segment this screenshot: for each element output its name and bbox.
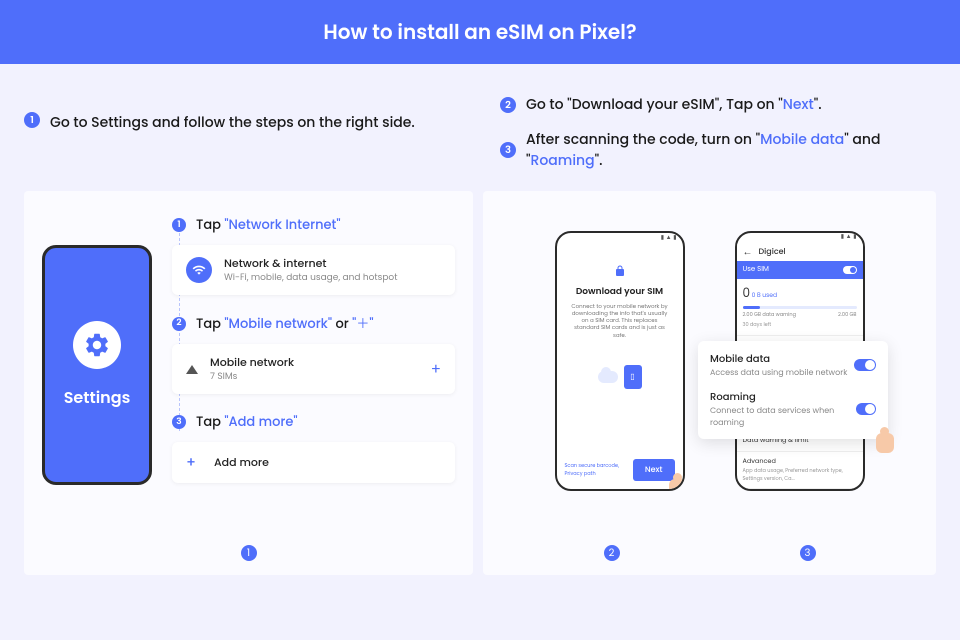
settings-phone-mockup: Settings <box>42 245 152 485</box>
substep1-badge: 1 <box>172 218 186 232</box>
overlay-mobile-data-title: Mobile data <box>710 351 847 367</box>
download-sim-phone: ▮ ▲ ▮ Download your SIM Connect to your … <box>555 231 685 491</box>
overlay-mobile-data-toggle[interactable] <box>854 359 876 371</box>
wifi-icon <box>186 257 212 283</box>
mobile-card-sub: 7 SIMs <box>210 371 294 384</box>
substep1-text: Tap "Network Internet" <box>196 215 341 235</box>
overlay-roaming-sub: Connect to data services when roaming <box>710 405 856 429</box>
intro-step1-text: Go to Settings and follow the steps on t… <box>50 112 415 133</box>
substep3-text: Tap "Add more" <box>196 412 298 432</box>
carrier-header: ← Digicel <box>737 243 863 261</box>
add-more-card[interactable]: + Add more <box>172 442 455 483</box>
overlay-mobile-data-sub: Access data using mobile network <box>710 367 847 379</box>
panels-row: Settings 1 Tap "Network Internet" Networ… <box>0 191 960 595</box>
substep2-badge: 2 <box>172 317 186 331</box>
steps-column: 1 Tap "Network Internet" Network & inter… <box>172 215 455 551</box>
intro-step2-text: Go to "Download your eSIM", Tap on "Next… <box>526 94 822 115</box>
usage-bar <box>743 306 857 309</box>
data-usage-section: 0 0 B used 2.00 GB data warning2.00 GB 3… <box>737 279 863 336</box>
plus-icon[interactable]: + <box>431 358 441 381</box>
substep-3: 3 Tap "Add more" + Add more <box>172 412 455 483</box>
advanced-row[interactable]: AdvancedApp data usage, Preferred networ… <box>737 452 863 489</box>
network-card-sub: Wi-Fi, mobile, data usage, and hotspot <box>224 272 397 285</box>
substep-2: 2 Tap "Mobile network" or "＋" Mobile net… <box>172 313 455 394</box>
next-button[interactable]: Next <box>633 459 675 481</box>
step3-badge: 3 <box>500 142 516 158</box>
panel-2: ▮ ▲ ▮ Download your SIM Connect to your … <box>483 191 936 575</box>
intro-step3-text: After scanning the code, turn on "Mobile… <box>526 129 936 171</box>
scan-link[interactable]: Scan secure barcode, Privacy path <box>565 462 633 478</box>
hand-pointer-icon <box>874 427 896 457</box>
intro-section: 1 Go to Settings and follow the steps on… <box>0 64 960 191</box>
intro-step3-row: 3 After scanning the code, turn on "Mobi… <box>500 129 936 171</box>
page-title: How to install an eSIM on Pixel? <box>323 17 636 47</box>
intro-right: 2 Go to "Download your eSIM", Tap on "Ne… <box>500 94 936 171</box>
network-card-title: Network & internet <box>224 255 397 272</box>
panel2-footer-nums: 2 3 <box>483 545 936 561</box>
back-arrow-icon[interactable]: ← <box>743 244 753 260</box>
download-title: Download your SIM <box>576 286 663 299</box>
plus-icon: + <box>186 452 196 473</box>
lock-icon <box>614 264 626 278</box>
overlay-roaming-row[interactable]: Roaming Connect to data services when ro… <box>710 389 876 429</box>
panel2-num-left: 2 <box>604 545 620 561</box>
carrier-name: Digicel <box>759 246 786 258</box>
mobile-card-title: Mobile network <box>210 354 294 371</box>
step1-badge: 1 <box>24 112 40 128</box>
overlay-toggle-card: Mobile data Access data using mobile net… <box>698 341 888 439</box>
network-internet-card[interactable]: Network & internet Wi-Fi, mobile, data u… <box>172 245 455 295</box>
status-bar: ▮ ▲ ▮ <box>737 233 863 243</box>
cloud-icon <box>598 371 618 383</box>
substep3-badge: 3 <box>172 415 186 429</box>
download-illustration: ▯ <box>598 365 642 389</box>
panel1-num: 1 <box>241 545 257 561</box>
add-more-label: Add more <box>214 454 269 471</box>
panel2-num-right: 3 <box>800 545 816 561</box>
signal-icon <box>186 365 198 374</box>
sim-icon: ▯ <box>624 365 642 389</box>
mobile-network-card[interactable]: Mobile network 7 SIMs + <box>172 344 455 394</box>
overlay-roaming-title: Roaming <box>710 389 856 405</box>
substep-1: 1 Tap "Network Internet" Network & inter… <box>172 215 455 295</box>
overlay-roaming-toggle[interactable] <box>856 403 876 415</box>
status-bar: ▮ ▲ ▮ <box>557 233 683 244</box>
panel-1: Settings 1 Tap "Network Internet" Networ… <box>24 191 473 575</box>
step2-badge: 2 <box>500 97 516 113</box>
download-desc: Connect to your mobile network by downlo… <box>567 303 673 339</box>
overlay-mobile-data-row[interactable]: Mobile data Access data using mobile net… <box>710 351 876 379</box>
use-sim-toggle[interactable] <box>843 266 857 274</box>
use-sim-row[interactable]: Use SIM <box>737 261 863 279</box>
intro-step2-row: 2 Go to "Download your eSIM", Tap on "Ne… <box>500 94 936 115</box>
intro-left: 1 Go to Settings and follow the steps on… <box>24 94 460 171</box>
panel1-footer-num: 1 <box>24 545 473 561</box>
gear-icon <box>73 321 121 369</box>
header-bar: How to install an eSIM on Pixel? <box>0 0 960 64</box>
settings-label: Settings <box>64 385 131 410</box>
substep2-text: Tap "Mobile network" or "＋" <box>196 313 374 334</box>
